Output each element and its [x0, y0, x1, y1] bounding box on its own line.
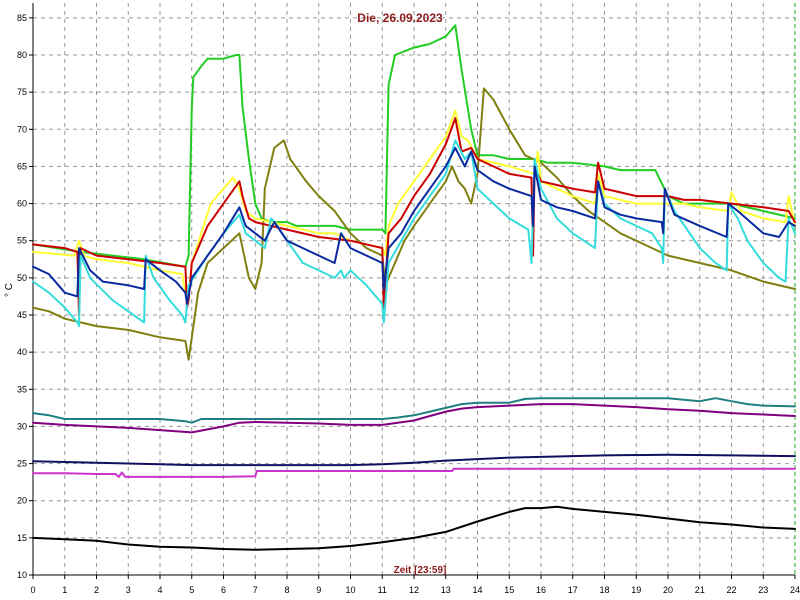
y-tick-label: 15: [17, 533, 27, 543]
x-tick-label: 13: [441, 585, 451, 595]
y-tick-label: 25: [17, 459, 27, 469]
chart-title: Die, 26.09.2023: [357, 11, 443, 25]
y-axis-title: ° C: [4, 283, 15, 297]
x-tick-label: 20: [663, 585, 673, 595]
x-tick-label: 16: [536, 585, 546, 595]
temperature-line-chart: 0 1 2 3 4 5 6 7 8 9 10 11 12 13 14 15 16 17 18 19 20 21 22 23 24…: [0, 0, 800, 600]
y-tick-label: 10: [17, 570, 27, 580]
y-tick-label: 45: [17, 310, 27, 320]
y-tick-label: 40: [17, 347, 27, 357]
x-tick-label: 14: [472, 585, 482, 595]
x-tick-label: 11: [378, 585, 387, 595]
y-tick-label: 30: [17, 421, 27, 431]
x-tick-label: 4: [157, 585, 162, 595]
x-tick-label: 24: [790, 585, 800, 595]
x-tick-label: 0: [30, 585, 35, 595]
chart-background: [0, 0, 800, 600]
y-tick-label: 60: [17, 199, 27, 209]
x-tick-label: 17: [568, 585, 578, 595]
y-tick-label: 55: [17, 236, 27, 246]
x-tick-label: 12: [409, 585, 419, 595]
x-tick-label: 15: [504, 585, 514, 595]
x-tick-label: 2: [94, 585, 99, 595]
y-tick-label: 20: [17, 496, 27, 506]
y-tick-label: 50: [17, 273, 27, 283]
x-tick-label: 9: [316, 585, 321, 595]
y-tick-label: 65: [17, 161, 27, 171]
x-tick-label: 23: [758, 585, 768, 595]
y-tick-label: 85: [17, 13, 27, 23]
x-tick-label: 19: [631, 585, 641, 595]
x-tick-label: 18: [599, 585, 609, 595]
x-tick-label: 3: [126, 585, 131, 595]
y-tick-label: 80: [17, 50, 27, 60]
x-axis-title: Zeit [23:59]: [394, 565, 447, 576]
y-tick-label: 35: [17, 384, 27, 394]
x-tick-label: 6: [221, 585, 226, 595]
x-tick-label: 8: [284, 585, 289, 595]
x-tick-label: 21: [695, 585, 705, 595]
x-tick-label: 22: [726, 585, 736, 595]
x-tick-label: 5: [189, 585, 194, 595]
x-tick-label: 1: [62, 585, 67, 595]
y-tick-label: 75: [17, 87, 27, 97]
x-tick-label: 7: [253, 585, 258, 595]
x-tick-label: 10: [345, 585, 355, 595]
y-tick-label: 70: [17, 124, 27, 134]
